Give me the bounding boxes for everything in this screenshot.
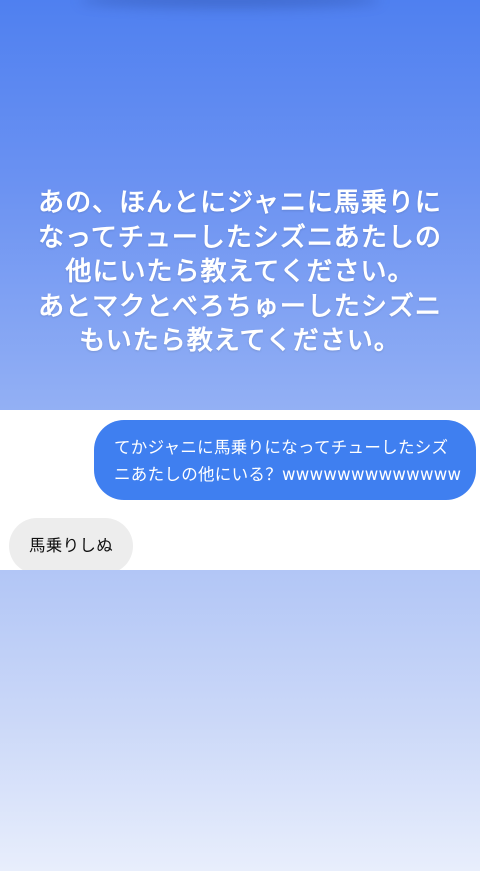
story-text-line: もいたら教えてください。 — [79, 326, 401, 356]
story-text-line: あの、ほんとにジャニに馬乗りに — [38, 188, 442, 218]
story-text-line: あとマクとべろちゅーしたシズニ — [38, 291, 442, 322]
story-text-line: 他にいたら教えてください。 — [65, 257, 415, 287]
sent-message-line: てかジャニに馬乗りになってチューしたシズ — [114, 438, 449, 457]
chat-thread: てかジャニに馬乗りになってチューしたシズ ニあたしの他にいる？wwwwwwwww… — [0, 410, 480, 574]
story-reply-screen: あの、ほんとにジャニに馬乗りに なってチューしたシズニあたしの 他にいたら教えて… — [0, 0, 480, 871]
sent-message-bubble[interactable]: てかジャニに馬乗りになってチューしたシズ ニあたしの他にいる？wwwwwwwww… — [94, 420, 476, 500]
story-text: あの、ほんとにジャニに馬乗りに なってチューしたシズニあたしの 他にいたら教えて… — [0, 186, 480, 359]
sent-message-line: ニあたしの他にいる？wwwwwwwwwwwww — [114, 465, 462, 484]
story-background-bottom — [0, 570, 480, 871]
received-message-bubble[interactable]: 馬乗りしぬ — [9, 518, 133, 574]
top-shadow — [80, 0, 380, 8]
story-text-line: なってチューしたシズニあたしの — [38, 222, 442, 253]
story-background-top: あの、ほんとにジャニに馬乗りに なってチューしたシズニあたしの 他にいたら教えて… — [0, 0, 480, 410]
